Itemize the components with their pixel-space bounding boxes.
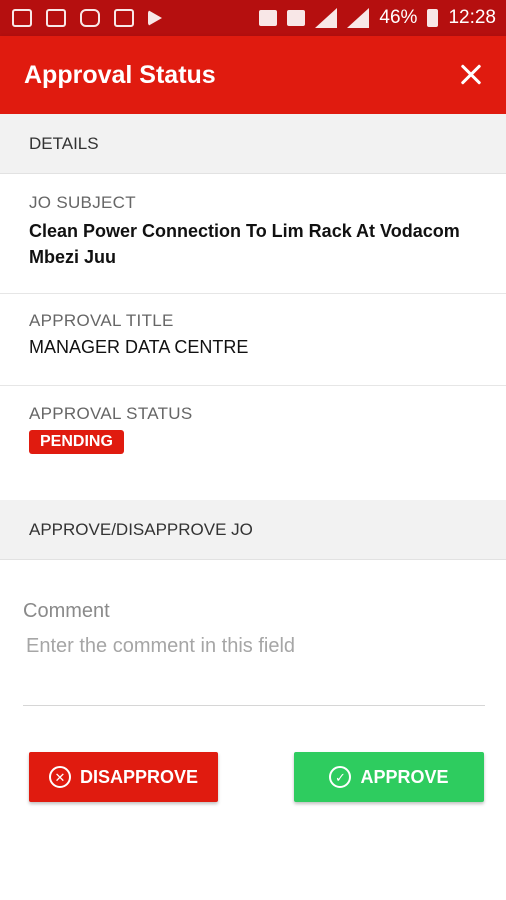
page-title: Approval Status: [24, 60, 216, 89]
clock: 12:28: [448, 7, 496, 28]
check-circle-icon: ✓: [329, 766, 352, 788]
approve-section-header: APPROVE/DISAPPROVE JO: [0, 500, 506, 560]
jo-subject-block: JO SUBJECT Clean Power Connection To Lim…: [0, 174, 506, 294]
comment-field: Comment: [23, 600, 485, 706]
disapprove-label: DISAPPROVE: [79, 766, 199, 787]
details-section-header: DETAILS: [0, 114, 506, 174]
disapprove-button[interactable]: ✕ DISAPPROVE: [29, 752, 218, 802]
approval-title-label: APPROVAL TITLE: [29, 311, 174, 330]
jo-subject-value: Clean Power Connection To Lim Rack At Vo…: [29, 221, 460, 267]
comment-input[interactable]: [23, 635, 485, 658]
signal-icon: [315, 8, 338, 28]
details-header-label: DETAILS: [29, 133, 99, 153]
battery-percent: 46%: [379, 7, 418, 28]
approval-title-block: APPROVAL TITLE MANAGER DATA CENTRE: [0, 294, 506, 386]
approval-status-label: APPROVAL STATUS: [29, 404, 193, 423]
close-icon[interactable]: [454, 58, 488, 92]
gallery-icon: [12, 9, 32, 27]
vibrate-icon: [259, 10, 278, 26]
app-bar: Approval Status: [0, 36, 506, 114]
jo-subject-label: JO SUBJECT: [29, 193, 136, 212]
mail-icon: [46, 9, 66, 27]
approve-header-label: APPROVE/DISAPPROVE JO: [29, 519, 253, 539]
signal-icon: [347, 8, 370, 28]
approve-label: APPROVE: [360, 766, 449, 787]
approval-title-value: MANAGER DATA CENTRE: [29, 337, 249, 357]
x-circle-icon: ✕: [48, 766, 71, 788]
approve-button[interactable]: ✓ APPROVE: [294, 752, 484, 802]
approval-status-block: APPROVAL STATUS PENDING: [0, 386, 506, 500]
bag-icon: [80, 9, 100, 27]
notification-icons: [12, 9, 162, 27]
comment-label: Comment: [23, 600, 110, 622]
battery-charging-icon: [427, 9, 439, 27]
gift-icon: [114, 9, 134, 27]
network-4g-icon: [287, 10, 306, 26]
system-icons: 46% 12:28: [259, 7, 496, 29]
play-store-icon: [148, 10, 162, 26]
status-bar: 46% 12:28: [0, 0, 506, 36]
status-badge: PENDING: [29, 430, 124, 454]
